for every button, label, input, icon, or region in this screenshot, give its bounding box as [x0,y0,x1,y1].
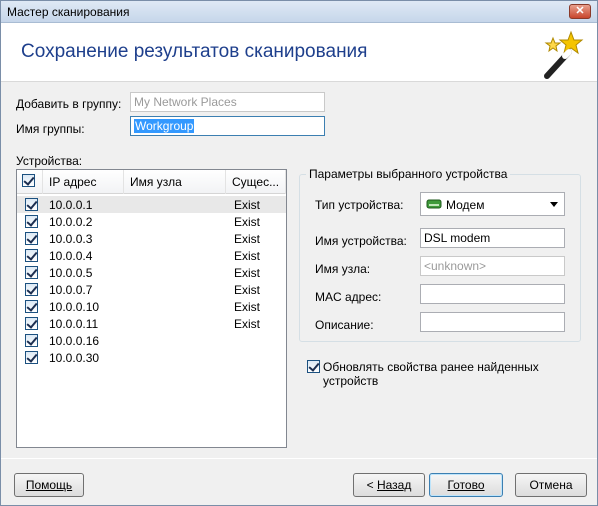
close-button[interactable]: ✕ [569,4,591,19]
table-row[interactable]: 10.0.0.7 Exist [17,281,286,298]
row-status: Exist [234,300,261,314]
window-title: Мастер сканирования [7,5,130,19]
description-field[interactable] [420,312,565,332]
magic-wand-icon [544,30,584,79]
row-ip-address: 10.0.0.2 [49,215,93,229]
row-status: Exist [234,249,261,263]
device-type-label: Тип устройства: [315,198,404,212]
table-row[interactable]: 10.0.0.5 Exist [17,264,286,281]
row-checkbox[interactable] [25,317,38,330]
row-status: Exist [234,215,261,229]
row-checkbox[interactable] [25,351,38,364]
page-title: Сохранение результатов сканирования [21,41,368,62]
table-row[interactable]: 10.0.0.1 Exist [17,196,286,213]
device-params-title: Параметры выбранного устройства [306,167,511,181]
devices-list[interactable]: IP адрес Имя узла Сущес... 10.0.0.1 Exist… [16,169,287,448]
row-ip-address: 10.0.0.5 [49,266,93,280]
row-ip-address: 10.0.0.11 [49,317,99,331]
table-row[interactable]: 10.0.0.4 Exist [17,247,286,264]
row-checkbox[interactable] [25,198,38,211]
row-status: Exist [234,266,261,280]
row-status: Exist [234,198,261,212]
row-ip-address: 10.0.0.4 [49,249,93,263]
group-name-value: Workgroup [134,119,195,133]
help-button-label: Помощь [25,478,73,492]
cancel-button-label: Отмена [529,478,573,492]
row-checkbox[interactable] [25,334,38,347]
row-checkbox[interactable] [25,300,38,313]
device-name-field[interactable]: DSL modem [420,228,565,248]
footer-separator [1,458,597,459]
scan-wizard-window: Мастер сканирования ✕ Сохранение результ… [0,0,598,506]
help-button[interactable]: Помощь [14,473,84,497]
devices-list-header: IP адрес Имя узла Сущес... [17,170,286,194]
modem-icon [426,199,442,209]
back-button-arrow: < [366,478,377,492]
device-type-value: Модем [446,198,485,212]
column-host[interactable]: Имя узла [124,170,226,194]
column-ip[interactable]: IP адрес [43,170,124,194]
row-status: Exist [234,232,261,246]
add-to-group-label: Добавить в группу: [16,97,122,111]
table-row[interactable]: 10.0.0.10 Exist [17,298,286,315]
wizard-header: Сохранение результатов сканирования [1,23,597,82]
row-status: Exist [234,283,261,297]
device-type-select[interactable]: Модем [420,192,565,216]
host-name-field[interactable]: <unknown> [420,256,565,276]
column-status[interactable]: Сущес... [226,170,286,194]
row-ip-address: 10.0.0.16 [49,334,100,348]
done-button-label: Готово [447,478,485,492]
table-row[interactable]: 10.0.0.3 Exist [17,230,286,247]
row-ip-address: 10.0.0.10 [49,300,100,314]
table-row[interactable]: 10.0.0.30 [17,349,286,366]
row-ip-address: 10.0.0.3 [49,232,93,246]
row-ip-address: 10.0.0.30 [49,351,100,365]
row-checkbox[interactable] [25,215,38,228]
row-ip-address: 10.0.0.7 [49,283,93,297]
host-name-label: Имя узла: [315,262,371,276]
row-status: Exist [234,317,261,331]
header-checkbox-column[interactable] [17,170,43,194]
row-checkbox[interactable] [25,266,38,279]
device-name-label: Имя устройства: [315,234,407,248]
back-button[interactable]: < Назад [353,473,425,497]
table-row[interactable]: 10.0.0.2 Exist [17,213,286,230]
mac-address-label: MAC адрес: [315,290,382,304]
row-checkbox[interactable] [25,232,38,245]
row-ip-address: 10.0.0.1 [49,198,93,212]
mac-address-field[interactable] [420,284,565,304]
done-button[interactable]: Готово [429,473,503,497]
chevron-down-icon[interactable] [550,202,558,207]
group-name-label: Имя группы: [16,122,85,136]
table-row[interactable]: 10.0.0.16 [17,332,286,349]
row-checkbox[interactable] [25,249,38,262]
add-to-group-field[interactable]: My Network Places [130,92,325,112]
select-all-checkbox[interactable] [22,174,35,187]
cancel-button[interactable]: Отмена [515,473,587,497]
title-bar: Мастер сканирования ✕ [1,1,597,23]
update-existing-checkbox[interactable] [307,360,320,373]
devices-label: Устройства: [16,154,83,168]
group-name-field[interactable]: Workgroup [130,116,325,136]
back-button-label: Назад [376,478,412,492]
row-checkbox[interactable] [25,283,38,296]
update-existing-label: Обновлять свойства ранее найденных устро… [323,360,539,388]
description-label: Описание: [315,318,374,332]
table-row[interactable]: 10.0.0.11 Exist [17,315,286,332]
